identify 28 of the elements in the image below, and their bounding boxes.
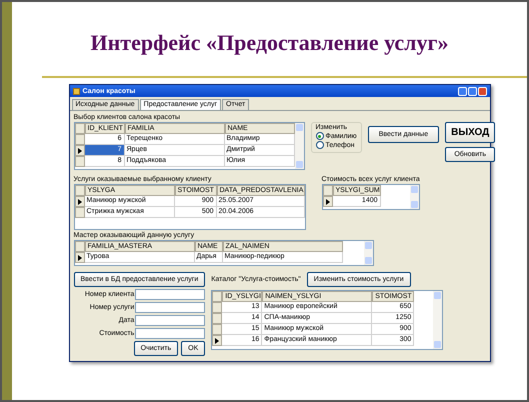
maximize-button[interactable] [468, 86, 476, 96]
input-field[interactable] [135, 328, 206, 339]
input-field[interactable] [135, 315, 206, 326]
row-selector[interactable] [322, 196, 332, 207]
row-selector[interactable] [74, 145, 84, 156]
grid-corner [74, 123, 84, 134]
row-pointer-icon [326, 198, 330, 204]
slide-title: Интерфейс «Предоставление услуг» [90, 30, 449, 56]
input-field[interactable] [135, 289, 206, 300]
row-selector[interactable] [74, 196, 84, 207]
scrollbar[interactable] [364, 241, 372, 265]
grid-corner [74, 185, 84, 196]
grid-corner [212, 291, 222, 302]
grid-corner [74, 241, 84, 252]
row-pointer-icon [215, 338, 220, 344]
exit-button[interactable]: ВЫХОД [445, 122, 496, 143]
close-button[interactable] [478, 86, 486, 96]
radio-button[interactable] [316, 141, 324, 149]
app-icon [72, 88, 80, 94]
row-selector[interactable] [74, 252, 84, 263]
radio-button[interactable] [316, 132, 324, 140]
row-pointer-icon [78, 254, 82, 260]
minimize-button[interactable] [458, 86, 466, 96]
scrollbar[interactable] [410, 185, 419, 209]
input-field[interactable] [135, 302, 206, 313]
row-selector[interactable] [212, 335, 222, 346]
grid-corner [322, 185, 332, 196]
scrollbar[interactable] [433, 291, 442, 349]
